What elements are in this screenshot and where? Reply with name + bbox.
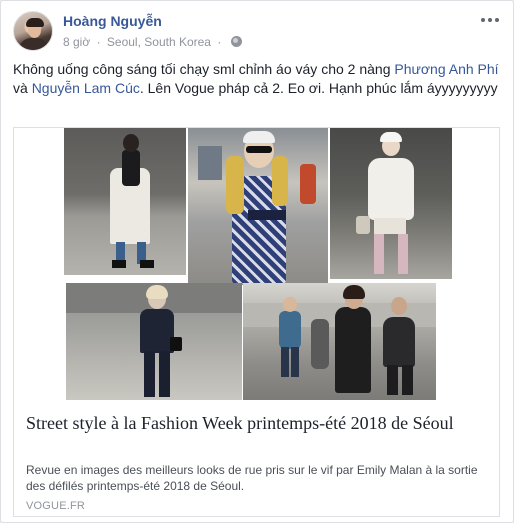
link-preview-description: Revue en images des meilleurs looks de r…: [26, 463, 478, 493]
link-preview-body[interactable]: Street style à la Fashion Week printemps…: [14, 402, 499, 516]
post-text-segment: và: [13, 80, 32, 96]
link-preview-image-collage[interactable]: [14, 128, 499, 400]
facebook-post: Hoàng Nguyễn 8 giờ · Seoul, South Korea …: [0, 0, 514, 523]
globe-icon[interactable]: [230, 36, 242, 47]
meta-separator: ·: [217, 35, 222, 49]
author-name[interactable]: Hoàng Nguyễn: [63, 13, 162, 29]
collage-photo: [66, 283, 242, 400]
collage-photo: [64, 128, 186, 275]
link-preview-title[interactable]: Street style à la Fashion Week printemps…: [26, 412, 486, 434]
post-location[interactable]: Seoul, South Korea: [107, 35, 211, 49]
link-preview-card[interactable]: Street style à la Fashion Week printemps…: [13, 127, 500, 517]
post-text: Không uống công sáng tối chạy sml chỉnh …: [13, 60, 501, 98]
post-text-segment: Không uống công sáng tối chạy sml chỉnh …: [13, 61, 395, 77]
link-preview-domain: VOGUE.FR: [26, 500, 86, 512]
collage-photo: [330, 128, 452, 279]
more-options-icon[interactable]: [481, 13, 499, 27]
post-meta: 8 giờ · Seoul, South Korea ·: [63, 35, 242, 49]
tagged-user-link[interactable]: Nguyễn Lam Cúc: [32, 80, 140, 96]
avatar-figure-hair: [26, 18, 44, 27]
meta-separator: ·: [96, 35, 101, 49]
tagged-user-link[interactable]: Phương Anh Phí: [394, 61, 498, 77]
author-avatar[interactable]: [13, 11, 53, 51]
collage-photo: [243, 283, 436, 400]
collage-photo: [188, 128, 328, 285]
post-time[interactable]: 8 giờ: [63, 35, 90, 49]
post-text-segment: . Lên Vogue pháp cả 2. Eo ơi. Hạnh phúc …: [139, 80, 498, 96]
avatar-figure-body: [19, 38, 49, 50]
